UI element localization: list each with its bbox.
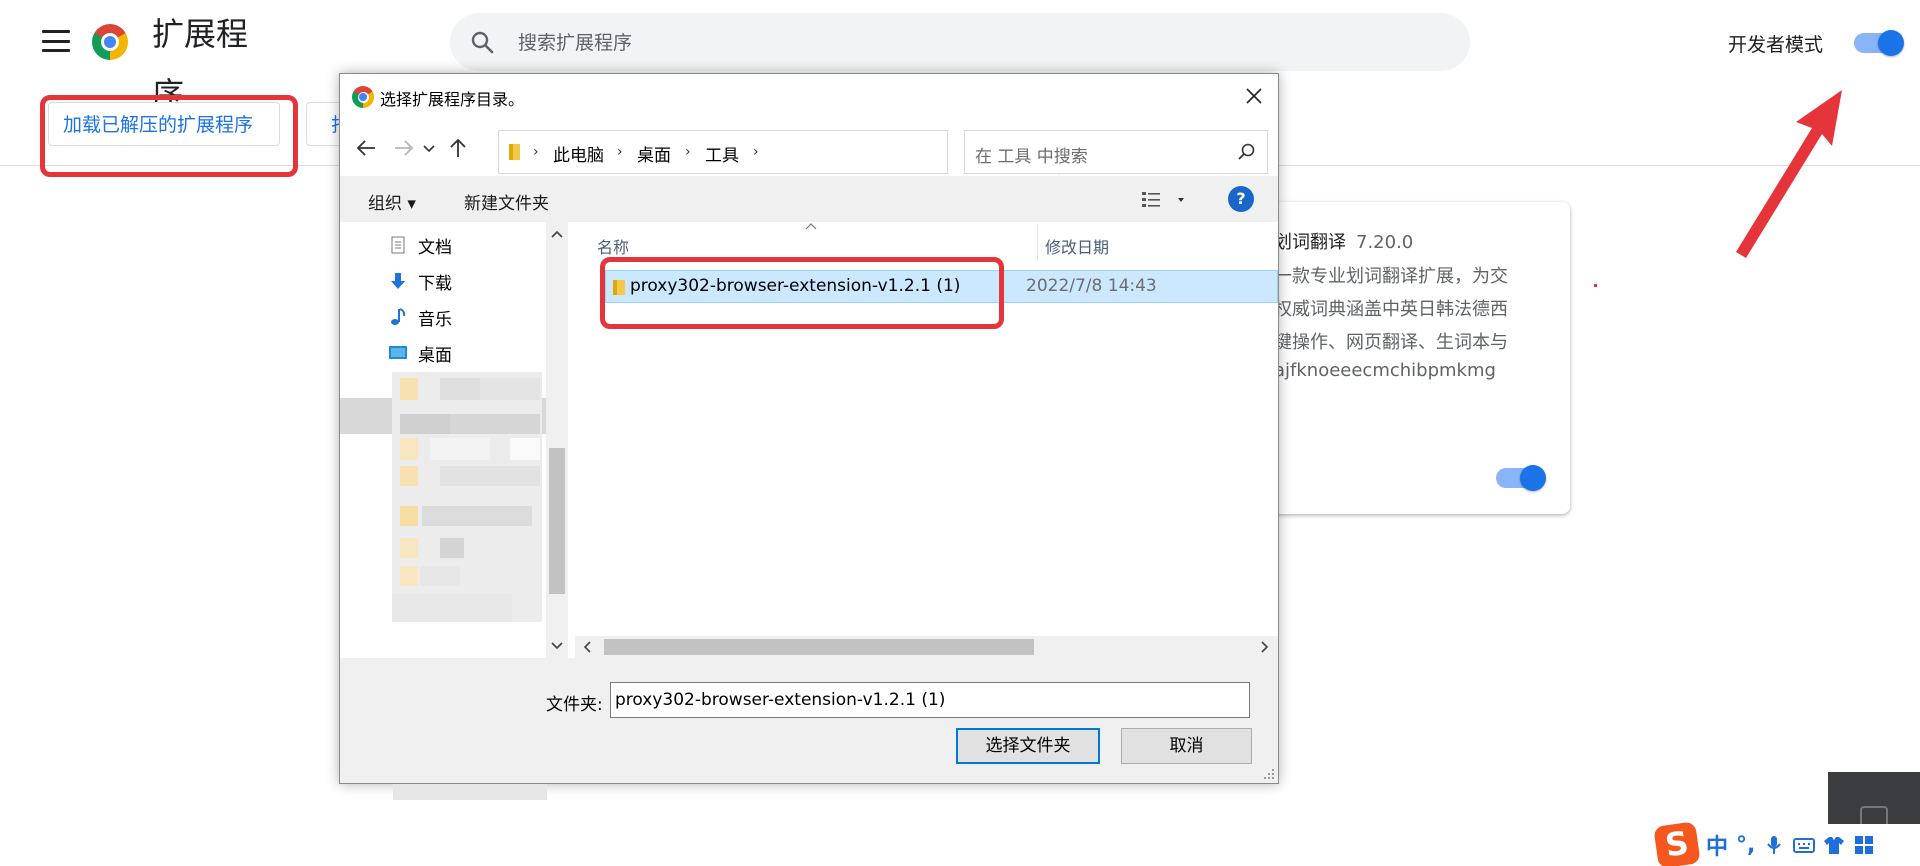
- scroll-left-icon[interactable]: [581, 640, 595, 654]
- developer-mode-label: 开发者模式: [1728, 34, 1824, 56]
- search-icon: [471, 31, 494, 54]
- extension-version: 7.20.0: [1356, 232, 1414, 253]
- select-folder-button[interactable]: 选择文件夹: [956, 728, 1100, 764]
- sort-ascending-icon: [805, 223, 817, 230]
- sogou-logo-icon[interactable]: S: [1653, 821, 1701, 866]
- breadcrumb-desktop[interactable]: 桌面: [637, 141, 671, 166]
- resize-grip-icon[interactable]: [1262, 767, 1276, 781]
- scrollbar-thumb[interactable]: [549, 448, 565, 594]
- file-list-pane: 名称 修改日期 proxy302-browser-extension-v1.2.…: [575, 222, 1278, 658]
- organize-menu[interactable]: 组织 ▾: [368, 189, 416, 214]
- file-list-horizontal-scrollbar[interactable]: [575, 636, 1278, 658]
- breadcrumb-separator-icon: ›: [617, 144, 623, 160]
- keyboard-icon[interactable]: [1793, 834, 1816, 856]
- column-header-modified[interactable]: 修改日期: [1045, 234, 1109, 258]
- nav-item-label: 桌面: [418, 345, 452, 366]
- scroll-right-icon[interactable]: [1257, 640, 1271, 654]
- extension-id: ajfknoeeecmchibpmkmg: [1274, 360, 1496, 381]
- cancel-button[interactable]: 取消: [1121, 728, 1252, 764]
- dialog-titlebar: 选择扩展程序目录。: [340, 74, 1278, 120]
- developer-mode-toggle[interactable]: [1854, 30, 1904, 56]
- recent-locations-chevron-icon[interactable]: [420, 134, 438, 162]
- search-icon: [1238, 143, 1255, 160]
- help-icon[interactable]: ?: [1228, 186, 1254, 212]
- extension-card: 划词翻译 7.20.0 一款专业划词翻译扩展，为交 权威词典涵盖中英日韩法德西 键…: [1240, 202, 1570, 514]
- nav-item-label: 音乐: [418, 309, 452, 330]
- nav-item-downloads[interactable]: 下载: [388, 266, 452, 296]
- red-arrow-icon: [1736, 90, 1842, 258]
- extension-description: 一款专业划词翻译扩展，为交 权威词典涵盖中英日韩法德西 键操作、网页翻译、生词本…: [1274, 266, 1508, 353]
- up-arrow-icon[interactable]: [444, 134, 472, 162]
- nav-item-label: 文档: [418, 237, 452, 258]
- file-row-selected[interactable]: proxy302-browser-extension-v1.2.1 (1) 20…: [605, 270, 1278, 303]
- download-icon: [391, 273, 405, 289]
- chrome-logo-icon: [92, 24, 128, 60]
- folder-field-label: 文件夹:: [546, 695, 603, 715]
- address-bar[interactable]: › 此电脑 › 桌面 › 工具 ›: [498, 130, 1092, 175]
- new-folder-button[interactable]: 新建文件夹: [464, 189, 549, 214]
- breadcrumb-this-pc[interactable]: 此电脑: [553, 141, 604, 166]
- close-icon[interactable]: [1240, 82, 1268, 110]
- document-icon: [391, 236, 405, 254]
- breadcrumb-tools[interactable]: 工具: [705, 141, 739, 166]
- dialog-toolbar: 组织 ▾ 新建文件夹 ?: [340, 176, 1278, 222]
- scroll-down-icon[interactable]: [550, 638, 564, 652]
- search-placeholder: 搜索扩展程序: [518, 32, 633, 54]
- folder-name-input[interactable]: [610, 682, 1250, 718]
- file-modified-date: 2022/7/8 14:43: [1026, 276, 1157, 296]
- ime-toolbar: S 中 °,: [1652, 821, 1920, 866]
- nav-item-music[interactable]: 音乐: [388, 302, 452, 332]
- navigation-vertical-scrollbar[interactable]: [546, 222, 568, 658]
- skin-shirt-icon[interactable]: [1823, 834, 1845, 856]
- forward-arrow-icon[interactable]: [390, 134, 418, 162]
- scrollbar-thumb[interactable]: [604, 639, 1034, 655]
- dialog-search-placeholder: 在 工具 中搜索: [975, 147, 1088, 167]
- breadcrumb-separator-icon: ›: [685, 144, 691, 160]
- blurred-navigation-area: [340, 372, 546, 622]
- breadcrumb-separator-icon: ›: [753, 144, 759, 160]
- toolbox-grid-icon[interactable]: [1853, 834, 1875, 856]
- stray-mark: [1594, 284, 1597, 287]
- folder-icon: [509, 144, 520, 160]
- file-name: proxy302-browser-extension-v1.2.1 (1): [630, 276, 961, 296]
- breadcrumb-separator-icon: ›: [533, 144, 539, 160]
- extension-name: 划词翻译 7.20.0: [1274, 232, 1414, 253]
- music-icon: [391, 308, 406, 325]
- select-folder-dialog: 选择扩展程序目录。 › 此电脑 › 桌面 › 工具 › 在 工具 中搜索 组织 …: [339, 73, 1279, 784]
- main-menu-icon[interactable]: [42, 30, 70, 52]
- scroll-up-icon[interactable]: [550, 228, 564, 242]
- dialog-search-input[interactable]: 在 工具 中搜索: [964, 130, 1268, 174]
- load-unpacked-button[interactable]: 加载已解压的扩展程序: [48, 102, 280, 146]
- blurred-strip: [393, 784, 547, 800]
- folder-icon: [613, 280, 625, 295]
- dialog-title: 选择扩展程序目录。: [380, 90, 525, 109]
- desktop-icon: [389, 346, 407, 359]
- microphone-icon[interactable]: [1763, 834, 1785, 856]
- extension-enable-toggle[interactable]: [1496, 465, 1546, 491]
- dialog-chrome-icon: [352, 86, 374, 108]
- nav-item-documents[interactable]: 文档: [388, 230, 452, 260]
- column-header-name[interactable]: 名称: [597, 234, 629, 258]
- navigation-pane: 文档 下载 音乐 桌面: [340, 222, 575, 658]
- ime-mode-toggle[interactable]: 中: [1706, 829, 1728, 861]
- ime-punctuation-toggle[interactable]: °,: [1736, 833, 1755, 858]
- back-arrow-icon[interactable]: [352, 134, 380, 162]
- nav-item-desktop[interactable]: 桌面: [388, 338, 452, 368]
- dialog-navigation-row: › 此电脑 › 桌面 › 工具 › 在 工具 中搜索: [340, 120, 1278, 176]
- view-options-icon[interactable]: [1140, 188, 1188, 212]
- column-divider[interactable]: [1037, 224, 1038, 260]
- nav-item-label: 下载: [418, 273, 452, 294]
